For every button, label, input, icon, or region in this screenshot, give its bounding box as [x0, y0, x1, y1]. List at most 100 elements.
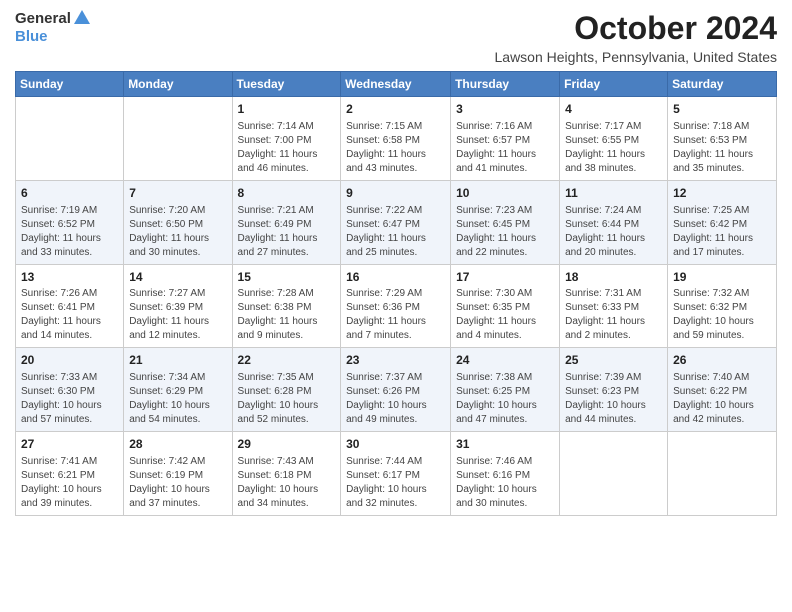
day-number: 1: [238, 101, 336, 118]
calendar-cell: 4 Sunrise: 7:17 AMSunset: 6:55 PMDaylight…: [560, 97, 668, 181]
day-of-week-header: Saturday: [668, 72, 777, 97]
day-number: 3: [456, 101, 554, 118]
calendar-week-row: 20 Sunrise: 7:33 AMSunset: 6:30 PMDayligh…: [16, 348, 777, 432]
day-of-week-header: Wednesday: [341, 72, 451, 97]
calendar-cell: 31 Sunrise: 7:46 AMSunset: 6:16 PMDayligh…: [451, 432, 560, 516]
day-info: Sunrise: 7:25 AMSunset: 6:42 PMDaylight:…: [673, 204, 771, 260]
calendar-cell: 2Sunrise: 7:15 AMSunset: 6:58 PMDaylight…: [341, 97, 451, 181]
day-info: Sunrise: 7:27 AMSunset: 6:39 PMDaylight:…: [129, 287, 226, 343]
day-number: 26: [673, 352, 771, 369]
calendar-week-row: 13Sunrise: 7:26 AMSunset: 6:41 PMDayligh…: [16, 264, 777, 348]
calendar-cell: 12 Sunrise: 7:25 AMSunset: 6:42 PMDayligh…: [668, 180, 777, 264]
day-number: 24: [456, 352, 554, 369]
day-number: 27: [21, 436, 118, 453]
calendar-cell: 18Sunrise: 7:31 AMSunset: 6:33 PMDayligh…: [560, 264, 668, 348]
day-number: 8: [238, 185, 336, 202]
calendar-cell: [560, 432, 668, 516]
calendar-cell: 6Sunrise: 7:19 AMSunset: 6:52 PMDaylight…: [16, 180, 124, 264]
day-info: Sunrise: 7:20 AMSunset: 6:50 PMDaylight:…: [129, 204, 226, 260]
calendar-week-row: 27Sunrise: 7:41 AMSunset: 6:21 PMDayligh…: [16, 432, 777, 516]
day-of-week-header: Sunday: [16, 72, 124, 97]
day-number: 21: [129, 352, 226, 369]
day-info: Sunrise: 7:23 AMSunset: 6:45 PMDaylight:…: [456, 204, 554, 260]
day-number: 28: [129, 436, 226, 453]
calendar-cell: 7 Sunrise: 7:20 AMSunset: 6:50 PMDaylight…: [124, 180, 232, 264]
calendar-cell: 8 Sunrise: 7:21 AMSunset: 6:49 PMDaylight…: [232, 180, 341, 264]
calendar-cell: 26 Sunrise: 7:40 AMSunset: 6:22 PMDayligh…: [668, 348, 777, 432]
day-info: Sunrise: 7:32 AMSunset: 6:32 PMDaylight:…: [673, 287, 771, 343]
calendar-week-row: 1 Sunrise: 7:14 AMSunset: 7:00 PMDaylight…: [16, 97, 777, 181]
day-info: Sunrise: 7:21 AMSunset: 6:49 PMDaylight:…: [238, 204, 336, 260]
day-info: Sunrise: 7:34 AMSunset: 6:29 PMDaylight:…: [129, 371, 226, 427]
calendar-cell: 21 Sunrise: 7:34 AMSunset: 6:29 PMDayligh…: [124, 348, 232, 432]
day-info: Sunrise: 7:40 AMSunset: 6:22 PMDaylight:…: [673, 371, 771, 427]
logo-general-text: General: [15, 10, 71, 28]
title-block: October 2024 Lawson Heights, Pennsylvani…: [495, 10, 778, 65]
day-number: 20: [21, 352, 118, 369]
calendar-cell: 28 Sunrise: 7:42 AMSunset: 6:19 PMDayligh…: [124, 432, 232, 516]
day-info: Sunrise: 7:24 AMSunset: 6:44 PMDaylight:…: [565, 204, 662, 260]
calendar-cell: 20 Sunrise: 7:33 AMSunset: 6:30 PMDayligh…: [16, 348, 124, 432]
day-number: 11: [565, 185, 662, 202]
calendar-cell: 15Sunrise: 7:28 AMSunset: 6:38 PMDayligh…: [232, 264, 341, 348]
day-number: 10: [456, 185, 554, 202]
day-info: Sunrise: 7:44 AMSunset: 6:17 PMDaylight:…: [346, 455, 445, 511]
day-info: Sunrise: 7:33 AMSunset: 6:30 PMDaylight:…: [21, 371, 118, 427]
day-number: 14: [129, 269, 226, 286]
day-number: 13: [21, 269, 118, 286]
day-info: Sunrise: 7:39 AMSunset: 6:23 PMDaylight:…: [565, 371, 662, 427]
day-of-week-header: Thursday: [451, 72, 560, 97]
day-number: 7: [129, 185, 226, 202]
day-info: Sunrise: 7:14 AMSunset: 7:00 PMDaylight:…: [238, 120, 336, 176]
calendar-cell: 25 Sunrise: 7:39 AMSunset: 6:23 PMDayligh…: [560, 348, 668, 432]
day-of-week-header: Monday: [124, 72, 232, 97]
logo: General Blue: [15, 10, 90, 46]
calendar-cell: 11 Sunrise: 7:24 AMSunset: 6:44 PMDayligh…: [560, 180, 668, 264]
calendar-cell: [16, 97, 124, 181]
day-info: Sunrise: 7:22 AMSunset: 6:47 PMDaylight:…: [346, 204, 445, 260]
day-number: 30: [346, 436, 445, 453]
day-number: 18: [565, 269, 662, 286]
calendar-cell: 13Sunrise: 7:26 AMSunset: 6:41 PMDayligh…: [16, 264, 124, 348]
day-number: 19: [673, 269, 771, 286]
day-number: 9: [346, 185, 445, 202]
day-number: 31: [456, 436, 554, 453]
day-info: Sunrise: 7:31 AMSunset: 6:33 PMDaylight:…: [565, 287, 662, 343]
calendar-cell: 24 Sunrise: 7:38 AMSunset: 6:25 PMDayligh…: [451, 348, 560, 432]
day-info: Sunrise: 7:30 AMSunset: 6:35 PMDaylight:…: [456, 287, 554, 343]
day-info: Sunrise: 7:16 AMSunset: 6:57 PMDaylight:…: [456, 120, 554, 176]
calendar-cell: 5 Sunrise: 7:18 AMSunset: 6:53 PMDaylight…: [668, 97, 777, 181]
day-info: Sunrise: 7:37 AMSunset: 6:26 PMDaylight:…: [346, 371, 445, 427]
day-number: 12: [673, 185, 771, 202]
day-info: Sunrise: 7:46 AMSunset: 6:16 PMDaylight:…: [456, 455, 554, 511]
calendar-cell: 17Sunrise: 7:30 AMSunset: 6:35 PMDayligh…: [451, 264, 560, 348]
calendar-week-row: 6Sunrise: 7:19 AMSunset: 6:52 PMDaylight…: [16, 180, 777, 264]
day-info: Sunrise: 7:19 AMSunset: 6:52 PMDaylight:…: [21, 204, 118, 260]
calendar-cell: 9 Sunrise: 7:22 AMSunset: 6:47 PMDaylight…: [341, 180, 451, 264]
day-number: 4: [565, 101, 662, 118]
calendar-cell: [124, 97, 232, 181]
day-number: 25: [565, 352, 662, 369]
page-header: General Blue October 2024 Lawson Heights…: [15, 10, 777, 65]
day-info: Sunrise: 7:43 AMSunset: 6:18 PMDaylight:…: [238, 455, 336, 511]
calendar-cell: [668, 432, 777, 516]
day-number: 15: [238, 269, 336, 286]
day-info: Sunrise: 7:17 AMSunset: 6:55 PMDaylight:…: [565, 120, 662, 176]
calendar-cell: 30 Sunrise: 7:44 AMSunset: 6:17 PMDayligh…: [341, 432, 451, 516]
day-number: 17: [456, 269, 554, 286]
day-of-week-header: Tuesday: [232, 72, 341, 97]
month-title: October 2024: [495, 10, 778, 47]
calendar-cell: 27Sunrise: 7:41 AMSunset: 6:21 PMDayligh…: [16, 432, 124, 516]
day-number: 5: [673, 101, 771, 118]
calendar-table: SundayMondayTuesdayWednesdayThursdayFrid…: [15, 71, 777, 516]
day-info: Sunrise: 7:35 AMSunset: 6:28 PMDaylight:…: [238, 371, 336, 427]
day-number: 29: [238, 436, 336, 453]
day-info: Sunrise: 7:42 AMSunset: 6:19 PMDaylight:…: [129, 455, 226, 511]
day-info: Sunrise: 7:38 AMSunset: 6:25 PMDaylight:…: [456, 371, 554, 427]
calendar-cell: 23Sunrise: 7:37 AMSunset: 6:26 PMDayligh…: [341, 348, 451, 432]
day-info: Sunrise: 7:15 AMSunset: 6:58 PMDaylight:…: [346, 120, 445, 176]
day-info: Sunrise: 7:18 AMSunset: 6:53 PMDaylight:…: [673, 120, 771, 176]
location: Lawson Heights, Pennsylvania, United Sta…: [495, 49, 778, 65]
day-info: Sunrise: 7:26 AMSunset: 6:41 PMDaylight:…: [21, 287, 118, 343]
calendar-cell: 22Sunrise: 7:35 AMSunset: 6:28 PMDayligh…: [232, 348, 341, 432]
